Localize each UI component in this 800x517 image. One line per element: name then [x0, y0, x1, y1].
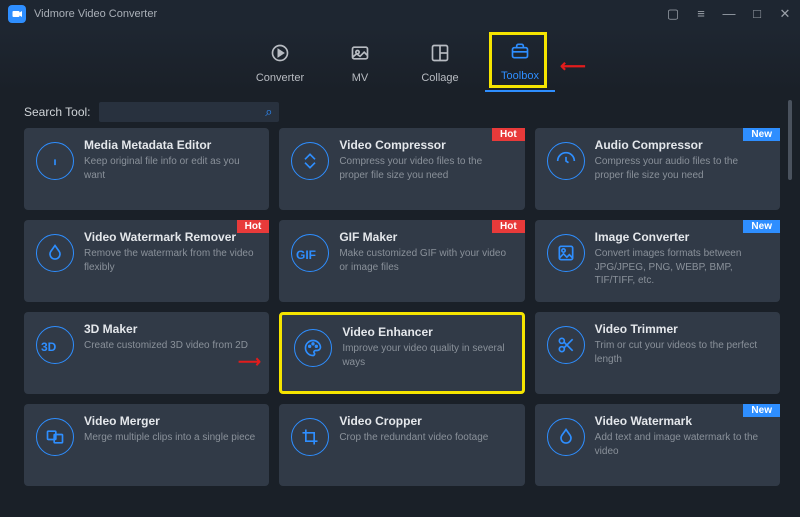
menu-icon[interactable]: ≡ — [694, 6, 708, 22]
search-input[interactable] — [105, 106, 266, 118]
card-title: Video Watermark Remover — [84, 230, 257, 244]
search-label: Search Tool: — [24, 105, 91, 119]
card-text: Video Merger Merge multiple clips into a… — [84, 414, 255, 476]
merger-icon — [36, 418, 74, 456]
tool-card-palette[interactable]: Video Enhancer Improve your video qualit… — [279, 312, 524, 394]
badge-hot: Hot — [492, 128, 525, 141]
card-desc: Trim or cut your videos to the perfect l… — [595, 339, 768, 366]
crop-icon — [291, 418, 329, 456]
palette-icon — [294, 329, 332, 367]
card-desc: Convert images formats between JPG/JPEG,… — [595, 247, 768, 288]
tab-label: MV — [352, 72, 369, 84]
card-title: Video Trimmer — [595, 322, 768, 336]
card-text: Video Cropper Crop the redundant video f… — [339, 414, 488, 476]
tool-card-drop[interactable]: New Video Watermark Add text and image w… — [535, 404, 780, 486]
tab-label: Collage — [421, 72, 458, 84]
app-logo-icon — [8, 5, 26, 23]
converter-icon — [270, 43, 290, 68]
tool-card-3d[interactable]: 3D 3D Maker Create customized 3D video f… — [24, 312, 269, 394]
tool-card-compress[interactable]: Hot Video Compressor Compress your video… — [279, 128, 524, 210]
3d-icon: 3D — [36, 326, 74, 364]
scissors-icon — [547, 326, 585, 364]
gif-icon: GIF — [291, 234, 329, 272]
card-text: 3D Maker Create customized 3D video from… — [84, 322, 248, 384]
compress-icon — [291, 142, 329, 180]
badge-new: New — [743, 220, 780, 233]
minimize-icon[interactable]: — — [722, 6, 736, 22]
search-row: Search Tool: ⌕ — [0, 92, 800, 128]
card-title: Video Compressor — [339, 138, 512, 152]
card-text: Video Compressor Compress your video fil… — [339, 138, 512, 200]
tool-card-info[interactable]: Media Metadata Editor Keep original file… — [24, 128, 269, 210]
card-desc: Keep original file info or edit as you w… — [84, 155, 257, 182]
card-desc: Compress your audio files to the proper … — [595, 155, 768, 182]
tool-card-crop[interactable]: Video Cropper Crop the redundant video f… — [279, 404, 524, 486]
card-title: Video Cropper — [339, 414, 488, 428]
tab-label: Converter — [256, 72, 304, 84]
image-icon — [547, 234, 585, 272]
info-icon — [36, 142, 74, 180]
badge-hot: Hot — [237, 220, 270, 233]
maximize-icon[interactable]: □ — [750, 6, 764, 22]
tool-card-audio[interactable]: New Audio Compressor Compress your audio… — [535, 128, 780, 210]
annotation-arrow-icon: ⟶ — [238, 352, 261, 372]
titlebar: Vidmore Video Converter ▢ ≡ — □ ✕ — [0, 0, 800, 28]
card-title: GIF Maker — [339, 230, 512, 244]
tool-card-image[interactable]: New Image Converter Convert images forma… — [535, 220, 780, 302]
tools-grid: Media Metadata Editor Keep original file… — [0, 124, 800, 486]
card-desc: Remove the watermark from the video flex… — [84, 247, 257, 274]
search-input-wrapper[interactable]: ⌕ — [99, 102, 279, 122]
card-text: Video Watermark Add text and image water… — [595, 414, 768, 476]
mv-icon — [350, 43, 370, 68]
tab-mv[interactable]: MV — [325, 43, 395, 92]
card-title: Image Converter — [595, 230, 768, 244]
tool-card-scissors[interactable]: Video Trimmer Trim or cut your videos to… — [535, 312, 780, 394]
drop-icon — [36, 234, 74, 272]
card-text: Audio Compressor Compress your audio fil… — [595, 138, 768, 200]
audio-icon — [547, 142, 585, 180]
card-text: GIF Maker Make customized GIF with your … — [339, 230, 512, 292]
card-title: Video Watermark — [595, 414, 768, 428]
svg-text:3D: 3D — [41, 340, 57, 354]
card-desc: Create customized 3D video from 2D — [84, 339, 248, 353]
card-title: Video Enhancer — [342, 325, 509, 339]
tab-collage[interactable]: Collage — [405, 43, 475, 92]
annotation-highlight-box — [489, 32, 547, 88]
card-text: Image Converter Convert images formats b… — [595, 230, 768, 292]
card-title: Audio Compressor — [595, 138, 768, 152]
card-title: 3D Maker — [84, 322, 248, 336]
chat-icon[interactable]: ▢ — [666, 6, 680, 22]
search-icon[interactable]: ⌕ — [265, 104, 272, 120]
card-desc: Improve your video quality in several wa… — [342, 342, 509, 369]
tool-card-gif[interactable]: Hot GIF GIF Maker Make customized GIF wi… — [279, 220, 524, 302]
annotation-arrow-icon: ⟵ — [560, 56, 586, 77]
drop-icon — [547, 418, 585, 456]
tool-card-merger[interactable]: Video Merger Merge multiple clips into a… — [24, 404, 269, 486]
tab-converter[interactable]: Converter — [245, 43, 315, 92]
card-desc: Add text and image watermark to the vide… — [595, 431, 768, 458]
card-text: Video Enhancer Improve your video qualit… — [342, 325, 509, 381]
badge-hot: Hot — [492, 220, 525, 233]
card-title: Video Merger — [84, 414, 255, 428]
badge-new: New — [743, 128, 780, 141]
main-tabs: Converter MV Collage Toolbox ⟵ — [0, 28, 800, 92]
card-desc: Merge multiple clips into a single piece — [84, 431, 255, 445]
collage-icon — [430, 43, 450, 68]
close-icon[interactable]: ✕ — [778, 6, 792, 22]
badge-new: New — [743, 404, 780, 417]
app-title: Vidmore Video Converter — [34, 8, 157, 20]
card-desc: Crop the redundant video footage — [339, 431, 488, 445]
card-text: Video Watermark Remover Remove the water… — [84, 230, 257, 292]
card-title: Media Metadata Editor — [84, 138, 257, 152]
card-text: Video Trimmer Trim or cut your videos to… — [595, 322, 768, 384]
card-text: Media Metadata Editor Keep original file… — [84, 138, 257, 200]
tool-card-drop[interactable]: Hot Video Watermark Remover Remove the w… — [24, 220, 269, 302]
card-desc: Make customized GIF with your video or i… — [339, 247, 512, 274]
card-desc: Compress your video files to the proper … — [339, 155, 512, 182]
svg-text:GIF: GIF — [296, 248, 316, 262]
